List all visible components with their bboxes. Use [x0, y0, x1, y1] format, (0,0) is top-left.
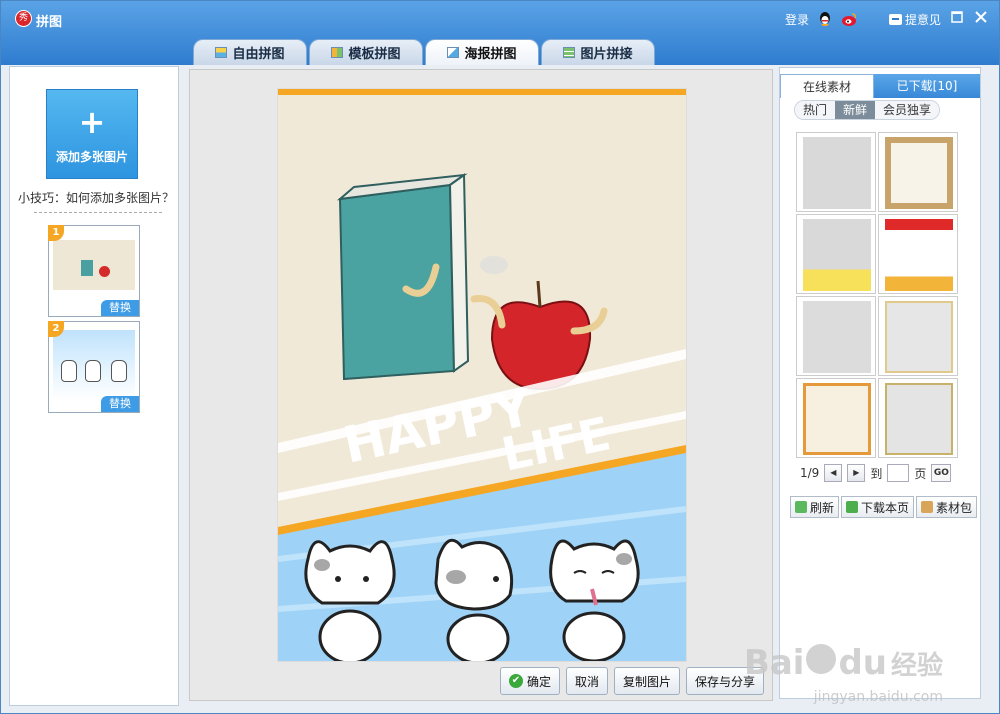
ok-button[interactable]: ✔ 确定	[499, 667, 560, 695]
go-button[interactable]: GO	[931, 464, 952, 482]
free-collage-icon	[215, 47, 228, 58]
replace-button[interactable]: 替换	[101, 396, 139, 412]
download-icon	[846, 501, 859, 513]
tab-poster-collage[interactable]: 海报拼图	[425, 39, 539, 65]
copy-image-button[interactable]: 复制图片	[613, 667, 680, 695]
filter-vip[interactable]: 会员独享	[875, 101, 940, 119]
cat-illustration	[434, 538, 514, 661]
thumbnail-cats	[53, 330, 135, 400]
app-window: 秀 拼图 登录 提意见 自由拼图 模板拼图 海报拼图 图片拼接 + 添加多张图片…	[0, 0, 1000, 714]
template-thumbnail[interactable]	[878, 214, 958, 294]
watermark-url: jingyan.baidu.com	[813, 689, 943, 705]
template-thumbnail[interactable]	[796, 296, 876, 376]
prev-page-icon[interactable]: ◀	[824, 464, 843, 482]
page-indicator: 1/9	[800, 466, 820, 480]
watermark-text: du	[838, 643, 887, 683]
template-thumbnail[interactable]	[878, 378, 958, 458]
book-illustration	[336, 173, 470, 381]
image-thumbnail[interactable]: 1 替换	[48, 225, 140, 317]
tab-template-collage[interactable]: 模板拼图	[309, 39, 423, 65]
window-title: 拼图	[36, 15, 63, 30]
filter-hot[interactable]: 热门	[795, 101, 836, 119]
paw-icon	[806, 644, 837, 674]
close-icon[interactable]	[973, 11, 989, 27]
replace-button[interactable]: 替换	[101, 300, 139, 316]
material-tabs: 在线素材 已下载[10]	[780, 74, 980, 98]
tab-label: 模板拼图	[348, 47, 401, 62]
tab-downloaded[interactable]: 已下载[10]	[874, 74, 980, 98]
thumbnail-book-apple	[53, 240, 135, 290]
refresh-icon	[795, 501, 807, 513]
watermark-text: Bai	[743, 643, 805, 683]
next-page-icon[interactable]: ▶	[847, 464, 866, 482]
title-bar-actions: 登录 提意见	[785, 9, 989, 29]
image-stitch-icon	[563, 47, 576, 58]
add-images-button[interactable]: + 添加多张图片	[46, 89, 138, 179]
material-actions: 刷新 下载本页 素材包	[790, 496, 978, 518]
refresh-label: 刷新	[810, 500, 835, 515]
speech-bubble-icon	[888, 13, 902, 25]
add-images-label: 添加多张图片	[55, 150, 128, 164]
template-thumbnail[interactable]	[796, 378, 876, 458]
tab-free-collage[interactable]: 自由拼图	[193, 39, 307, 65]
page-input[interactable]	[887, 464, 910, 482]
baidu-watermark: Bai du 经验 jingyan.baidu.com	[743, 643, 943, 705]
check-icon: ✔	[508, 674, 523, 688]
refresh-button[interactable]: 刷新	[790, 496, 840, 518]
template-thumbnail[interactable]	[878, 132, 958, 212]
tip-link[interactable]: 小技巧：如何添加多张图片？	[18, 189, 178, 206]
image-list-panel: + 添加多张图片 小技巧：如何添加多张图片？ 1 替换 2 替换	[9, 66, 179, 706]
pagination: 1/9 ◀ ▶ 到 页 GO	[800, 464, 952, 482]
maximize-icon[interactable]	[949, 11, 965, 27]
tab-label: 自由拼图	[232, 47, 285, 62]
app-logo-icon: 秀	[15, 10, 32, 27]
weibo-icon[interactable]	[841, 11, 857, 27]
image-thumbnail[interactable]: 2 替换	[48, 321, 140, 413]
cancel-button[interactable]: 取消	[565, 667, 608, 695]
feedback-label: 提意见	[904, 12, 941, 27]
editing-area: HAPPY LIFE ✔ 确定 取消 复制图片 保存与分享	[189, 69, 773, 701]
template-thumbnail[interactable]	[796, 214, 876, 294]
template-collage-icon	[331, 47, 344, 58]
login-link[interactable]: 登录	[785, 11, 809, 28]
tab-image-stitch[interactable]: 图片拼接	[541, 39, 655, 65]
watermark-text: 经验	[890, 651, 943, 681]
material-pack-label: 素材包	[936, 500, 973, 515]
ok-label: 确定	[526, 674, 551, 689]
download-page-button[interactable]: 下载本页	[841, 496, 915, 518]
template-thumbnail[interactable]	[878, 296, 958, 376]
download-page-label: 下载本页	[861, 500, 910, 515]
thumbnail-number: 1	[48, 225, 64, 241]
feedback-link[interactable]: 提意见	[888, 11, 941, 28]
tab-online-material[interactable]: 在线素材	[780, 74, 874, 98]
page-unit-label: 页	[914, 466, 927, 481]
poster-canvas[interactable]: HAPPY LIFE	[277, 88, 687, 662]
material-pack-button[interactable]: 素材包	[916, 496, 978, 518]
tab-label: 海报拼图	[464, 47, 517, 62]
action-bar: ✔ 确定 取消 复制图片 保存与分享	[499, 667, 764, 695]
plus-icon: +	[78, 103, 106, 141]
mode-tabs: 自由拼图 模板拼图 海报拼图 图片拼接	[193, 39, 655, 65]
poster-collage-icon	[447, 47, 460, 58]
poster-artwork: HAPPY LIFE	[278, 89, 686, 661]
template-thumbnail[interactable]	[796, 132, 876, 212]
filter-new[interactable]: 新鲜	[835, 101, 876, 119]
qq-icon[interactable]	[817, 11, 833, 27]
goto-label: 到	[870, 466, 883, 481]
divider	[34, 212, 162, 213]
material-filters: 热门 新鲜 会员独享	[794, 100, 941, 120]
material-panel: 在线素材 已下载[10] 热门 新鲜 会员独享 1/9 ◀ ▶ 到 页 GO 刷…	[779, 67, 981, 699]
tab-label: 图片拼接	[580, 47, 633, 62]
title-bar: 秀 拼图 登录 提意见 自由拼图 模板拼图 海报拼图 图片拼接	[1, 1, 999, 65]
package-icon	[921, 501, 934, 513]
